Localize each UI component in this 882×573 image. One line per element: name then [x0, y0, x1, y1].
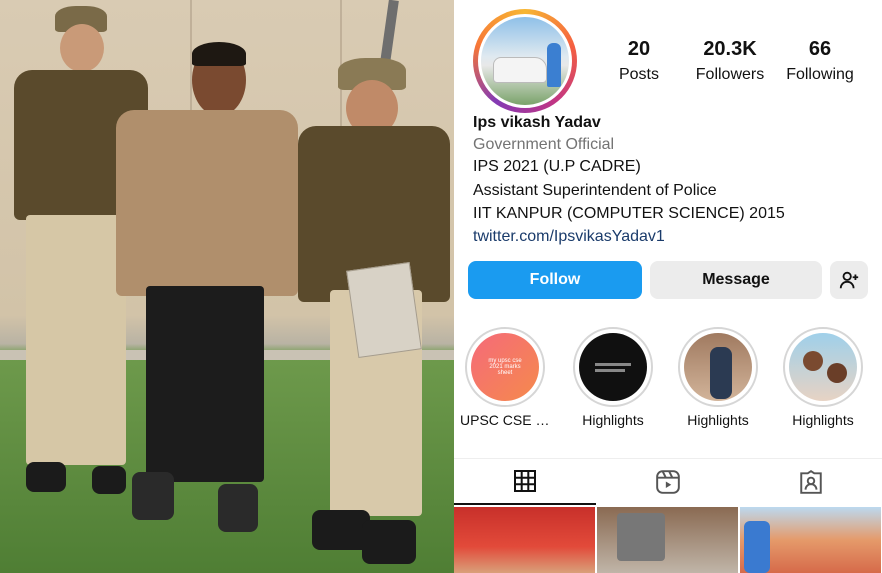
highlight-ring [573, 327, 653, 407]
post-thumbnail[interactable] [454, 507, 595, 573]
followers-count: 20.3K [703, 38, 757, 60]
profile-avatar-story-ring[interactable] [473, 9, 577, 113]
highlight-label: UPSC CSE M... [460, 412, 550, 428]
stat-followers[interactable]: 20.3K Followers [680, 38, 780, 84]
following-count: 66 [808, 38, 832, 60]
profile-tabs [454, 458, 882, 505]
highlight-ring: my upsc cse 2021 marks sheet [465, 327, 545, 407]
highlight-ring [783, 327, 863, 407]
stat-posts[interactable]: 20 Posts [589, 38, 689, 84]
suggest-users-button[interactable] [830, 261, 868, 299]
tagged-icon [800, 469, 822, 494]
bio-line: Assistant Superintendent of Police [473, 182, 717, 199]
person-shape [547, 43, 561, 87]
avatar[interactable] [478, 14, 572, 108]
tab-reels[interactable] [597, 459, 739, 505]
tab-posts-grid[interactable] [454, 459, 596, 505]
profile-name: Ips vikash Yadav [473, 114, 601, 131]
add-person-icon [839, 271, 859, 289]
grid-icon [514, 470, 536, 492]
highlight-ring [678, 327, 758, 407]
followers-label: Followers [695, 66, 765, 83]
highlight-label: Highlights [792, 412, 854, 428]
post-thumbnail[interactable] [597, 507, 738, 573]
highlight-item[interactable]: Highlights [568, 327, 658, 428]
highlight-item[interactable]: Highlights [778, 327, 868, 428]
posts-grid [454, 507, 882, 573]
profile-link[interactable]: twitter.com/IpsvikasYadav1 [473, 228, 665, 246]
message-button[interactable]: Message [650, 261, 822, 299]
post-thumbnail[interactable] [740, 507, 881, 573]
bio-line: IPS 2021 (U.P CADRE) [473, 158, 641, 175]
reels-icon [656, 470, 680, 494]
car-shape [493, 57, 547, 83]
profile-category: Government Official [473, 136, 615, 153]
highlight-cover-text: my upsc cse 2021 marks sheet [488, 358, 522, 376]
highlight-item[interactable]: Highlights [673, 327, 763, 428]
tab-tagged[interactable] [740, 459, 882, 505]
posts-count: 20 [627, 38, 651, 60]
posts-label: Posts [618, 66, 659, 83]
stat-following[interactable]: 66 Following [770, 38, 870, 84]
bio-line: IIT KANPUR (COMPUTER SCIENCE) 2015 [473, 205, 785, 222]
follow-button[interactable]: Follow [468, 261, 642, 299]
highlight-cover [789, 333, 857, 401]
highlight-cover: my upsc cse 2021 marks sheet [471, 333, 539, 401]
highlight-label: Highlights [687, 412, 749, 428]
highlight-label: Highlights [582, 412, 644, 428]
following-label: Following [786, 66, 854, 83]
post-photo [0, 0, 454, 573]
highlight-cover [684, 333, 752, 401]
highlight-cover [579, 333, 647, 401]
profile-panel: 20 Posts 20.3K Followers 66 Following Ip… [454, 0, 882, 573]
highlight-item[interactable]: my upsc cse 2021 marks sheet UPSC CSE M.… [460, 327, 550, 428]
